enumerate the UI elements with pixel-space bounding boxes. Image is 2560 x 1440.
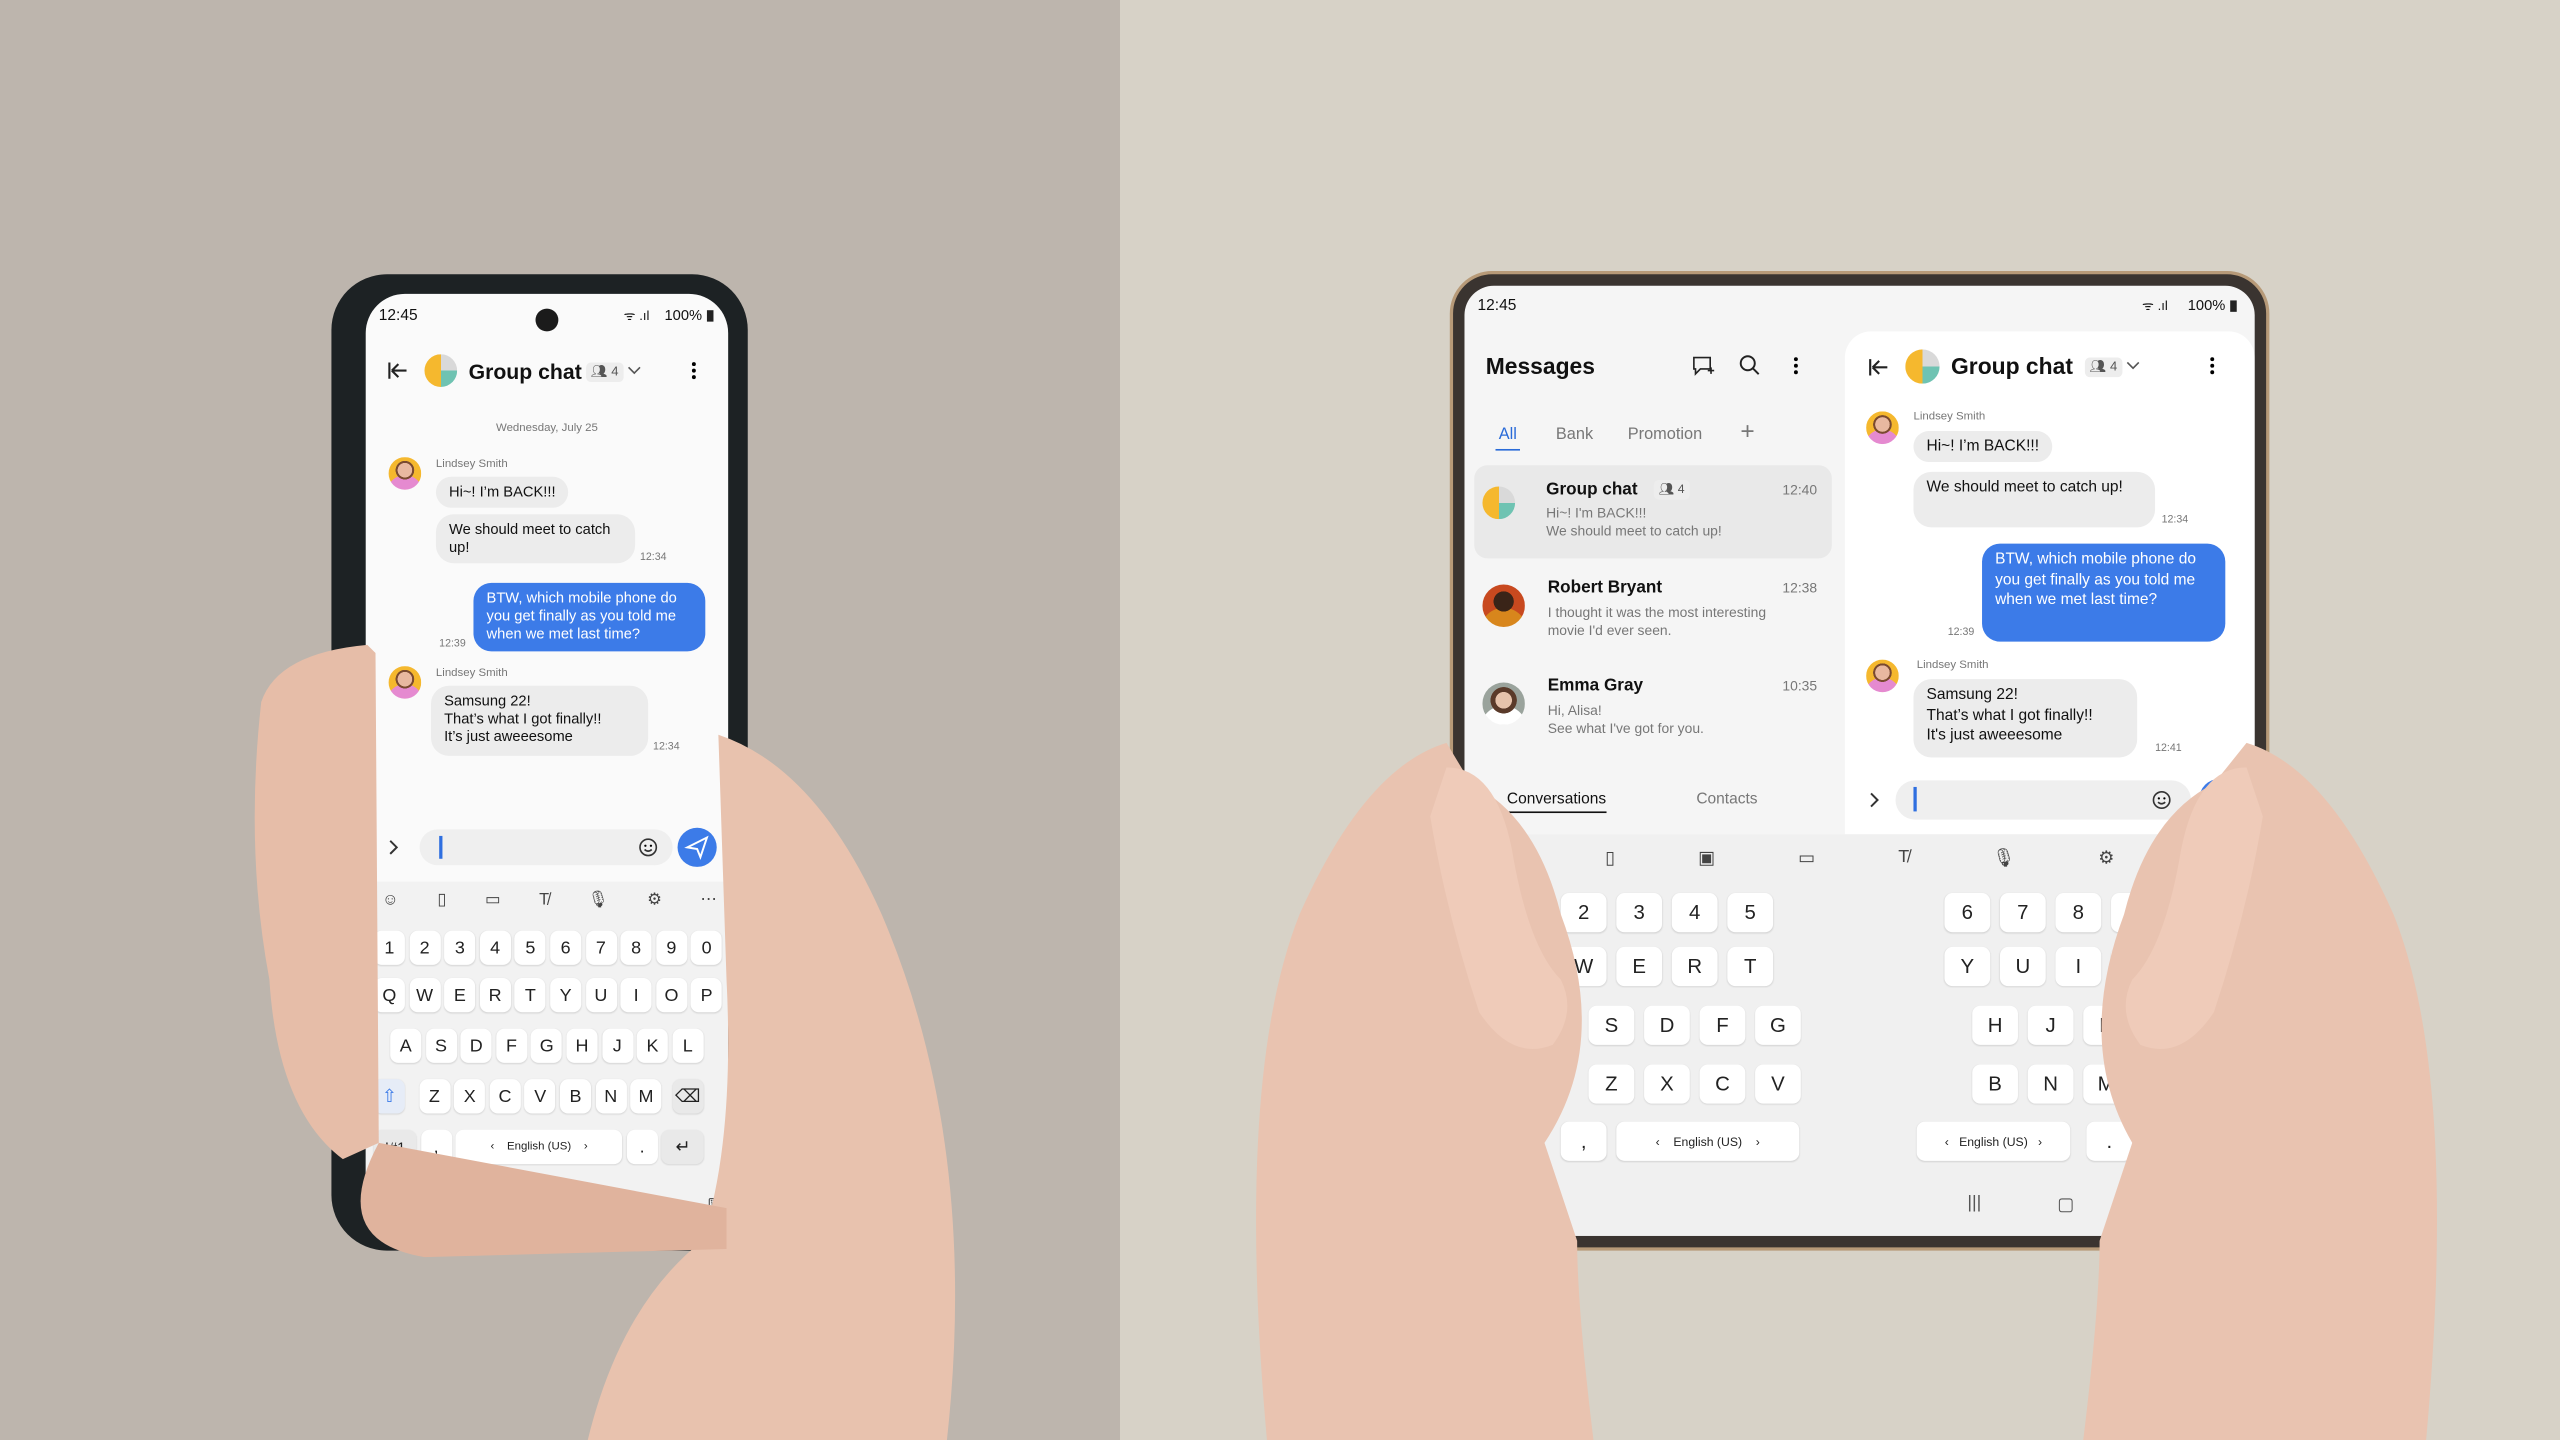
hand-left-photo <box>254 644 956 1440</box>
hands-right-photo <box>1256 742 2438 1440</box>
